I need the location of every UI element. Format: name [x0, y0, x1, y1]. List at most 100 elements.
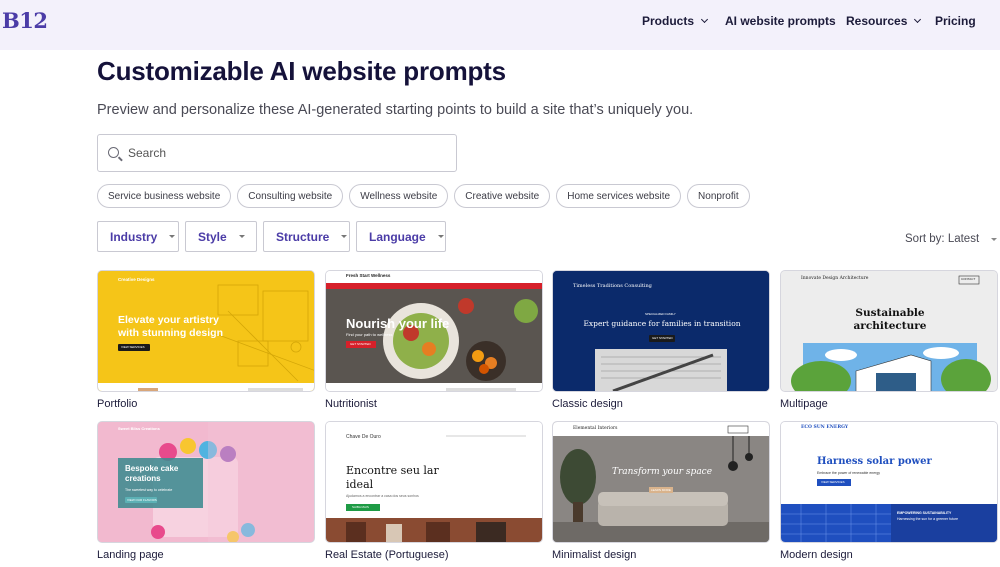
top-navigation-bar: B12 Products AI website prompts Resource…: [0, 0, 1000, 50]
search-input[interactable]: [128, 143, 438, 163]
thumb-cta-label: VIEW SERVICES: [821, 480, 845, 484]
nav-pricing[interactable]: Pricing: [935, 14, 976, 28]
template-card-multipage[interactable]: Innovate Design Architecture CONTACT Sus…: [780, 270, 998, 410]
thumb-headline: Elevate your artistry with stunning desi…: [118, 314, 223, 339]
caret-down-icon: [437, 235, 444, 238]
category-chips: Service business website Consulting webs…: [97, 184, 750, 208]
thumb-cta: CONTACT: [961, 277, 976, 281]
thumb-brand: Fresh Start Wellness: [346, 273, 391, 278]
nav-products-label: Products: [642, 14, 695, 28]
card-label[interactable]: Modern design: [780, 549, 998, 561]
thumb-brand: Timeless Traditions Consulting: [573, 283, 652, 289]
thumb-headline: Nourish your life: [346, 316, 450, 331]
chip-consulting[interactable]: Consulting website: [237, 184, 344, 208]
thumb-band-subtext: Harnessing the sun for a greener future: [897, 517, 959, 521]
filter-bar: Industry Style Structure Language: [97, 221, 446, 252]
thumb-cta-label: SAIBA MAIS: [352, 505, 369, 509]
nav-ai-website-prompts[interactable]: AI website prompts: [725, 14, 836, 28]
page-subtitle: Preview and personalize these AI-generat…: [97, 102, 694, 118]
thumb-brand: Innovate Design Architecture: [801, 276, 869, 281]
nav-products[interactable]: Products: [642, 14, 709, 28]
living-room-image: [553, 422, 769, 542]
thumb-cta: VIEW OUR FLAVORS: [125, 497, 157, 503]
thumb-headline: Encontre seu lar ideal: [346, 464, 439, 491]
filter-structure[interactable]: Structure: [263, 221, 350, 252]
thumb-subtext: Ajudamos a encontrar a casa dos seus son…: [346, 494, 419, 498]
template-thumbnail[interactable]: Elemental Interiors Transform your space…: [552, 421, 770, 543]
filter-style[interactable]: Style: [185, 221, 257, 252]
template-thumbnail[interactable]: ECO SUN ENERGY Harness solar power Embra…: [780, 421, 998, 543]
chip-wellness[interactable]: Wellness website: [349, 184, 449, 208]
sort-label: Sort by: Latest: [905, 233, 980, 245]
thumb-headline: Expert guidance for families in transiti…: [583, 319, 741, 328]
template-thumbnail[interactable]: Chave De Ouro Encontre seu lar ideal Aju…: [325, 421, 543, 543]
template-card-nutritionist[interactable]: Fresh Start Wellness Nourish your life F…: [325, 270, 543, 410]
thumb-headline: Sustainable architecture: [853, 307, 927, 333]
thumb-brand: ECO SUN ENERGY: [801, 425, 849, 430]
thumb-cta: LEARN MORE: [649, 487, 673, 493]
chip-service-business[interactable]: Service business website: [97, 184, 232, 208]
nav-resources[interactable]: Resources: [846, 14, 922, 28]
card-label[interactable]: Portfolio: [97, 398, 315, 410]
filter-industry-label: Industry: [110, 229, 158, 244]
thumb-cta: GET STARTED: [346, 341, 376, 348]
template-card-classic-design[interactable]: Timeless Traditions Consulting SPECIALIZ…: [552, 270, 770, 410]
card-label[interactable]: Nutritionist: [325, 398, 543, 410]
template-card-real-estate-portuguese[interactable]: Chave De Ouro Encontre seu lar ideal Aju…: [325, 421, 543, 561]
filter-language[interactable]: Language: [356, 221, 446, 252]
thumb-cta: GET STARTED: [649, 335, 675, 342]
search-box[interactable]: [97, 134, 457, 172]
filter-structure-label: Structure: [276, 229, 330, 244]
card-label[interactable]: Landing page: [97, 549, 315, 561]
chevron-down-icon: [700, 15, 709, 24]
thumb-brand: Sweet Bliss Creations: [118, 426, 160, 431]
solar-panels-image: [781, 422, 997, 542]
card-label[interactable]: Multipage: [780, 398, 998, 410]
thumb-headline: Transform your space: [611, 467, 713, 477]
thumb-cta: SAIBA MAIS: [346, 504, 380, 511]
thumb-cta-label: VIEW OUR FLAVORS: [127, 498, 157, 502]
template-thumbnail[interactable]: Creative Designs Elevate your artistry w…: [97, 270, 315, 392]
template-thumbnail[interactable]: Sweet Bliss Creations Bespoke cake creat…: [97, 421, 315, 543]
sort-dropdown[interactable]: Sort by: Latest: [905, 233, 998, 245]
thumb-subtext: Find your path to wellness: [346, 332, 393, 337]
thumb-brand: Elemental Interiors: [573, 426, 618, 431]
caret-down-icon: [991, 237, 998, 241]
card-label[interactable]: Minimalist design: [552, 549, 770, 561]
template-thumbnail[interactable]: Fresh Start Wellness Nourish your life F…: [325, 270, 543, 392]
filter-language-label: Language: [369, 229, 426, 244]
thumb-subtext: The sweetest way to celebrate: [125, 488, 173, 492]
thumb-brand: Chave De Ouro: [346, 434, 381, 440]
page-title: Customizable AI website prompts: [97, 56, 506, 86]
thumb-cta: VIEW SERVICES: [118, 344, 150, 351]
chip-home-services[interactable]: Home services website: [556, 184, 682, 208]
thumb-brand: Creative Designs: [118, 277, 155, 282]
template-card-modern-design[interactable]: ECO SUN ENERGY Harness solar power Embra…: [780, 421, 998, 561]
thumb-kicker: SPECIALIZED FAMILY: [645, 312, 676, 316]
thumb-headline: Bespoke cake creations: [125, 464, 179, 483]
b12-logo[interactable]: B12: [2, 8, 48, 33]
template-card-landing-page[interactable]: Sweet Bliss Creations Bespoke cake creat…: [97, 421, 315, 561]
chip-creative[interactable]: Creative website: [454, 184, 551, 208]
template-card-minimalist-design[interactable]: Elemental Interiors Transform your space…: [552, 421, 770, 561]
thumb-cta-label: VIEW SERVICES: [121, 345, 145, 349]
nav-pricing-label: Pricing: [935, 14, 976, 28]
caret-down-icon: [341, 235, 348, 238]
caret-down-icon: [238, 235, 245, 238]
card-label[interactable]: Real Estate (Portuguese): [325, 549, 543, 561]
filter-industry[interactable]: Industry: [97, 221, 179, 252]
thumb-cta-label: GET STARTED: [350, 342, 371, 346]
search-icon: [108, 147, 119, 158]
document-pen-image: [553, 271, 769, 391]
chevron-down-icon: [914, 15, 922, 24]
thumb-subtext: Embrace the power of renewable energy: [817, 471, 881, 475]
thumb-cta: VIEW SERVICES: [817, 479, 851, 486]
template-thumbnail[interactable]: Innovate Design Architecture CONTACT Sus…: [780, 270, 998, 392]
template-thumbnail[interactable]: Timeless Traditions Consulting SPECIALIZ…: [552, 270, 770, 392]
chip-nonprofit[interactable]: Nonprofit: [687, 184, 750, 208]
card-label[interactable]: Classic design: [552, 398, 770, 410]
template-card-portfolio[interactable]: Creative Designs Elevate your artistry w…: [97, 270, 315, 410]
nav-resources-label: Resources: [846, 14, 908, 28]
thumb-cta-label: GET STARTED: [652, 336, 673, 340]
thumb-band-title: EMPOWERING SUSTAINABILITY: [897, 511, 952, 515]
